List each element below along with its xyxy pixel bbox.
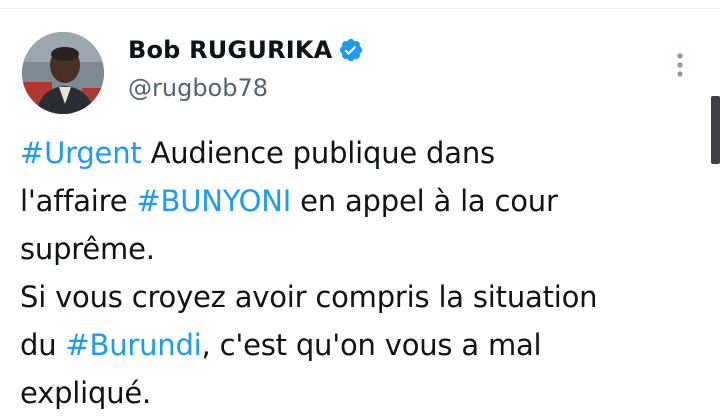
vertical-dots-icon <box>677 53 683 77</box>
tweet-text: #Urgent Audience publique dans l'affaire… <box>20 129 704 417</box>
author-name-row[interactable]: Bob RUGURIKA <box>128 31 364 69</box>
more-options-button[interactable] <box>666 47 694 83</box>
profile-photo-icon <box>22 32 104 114</box>
avatar[interactable] <box>22 32 104 114</box>
tweet-line-6: expliqué. <box>20 376 152 410</box>
verified-badge-icon[interactable] <box>338 37 364 63</box>
tweet-line-3: suprême. <box>20 232 155 266</box>
hashtag-link-bunyoni[interactable]: #BUNYONI <box>136 184 291 218</box>
tweet-text-segment: en appel à la cour <box>291 184 558 218</box>
tweet-line-5: du #Burundi, c'est qu'on vous a mal <box>20 321 704 369</box>
hashtag-link-urgent[interactable]: #Urgent <box>20 136 142 170</box>
tweet-line-1: #Urgent Audience publique dans <box>20 129 704 177</box>
tweet-text-segment: du <box>20 328 66 362</box>
tweet-text-segment: l'affaire <box>20 184 137 218</box>
tweet-text-segment: , c'est qu'on vous a mal <box>201 328 542 362</box>
author-handle[interactable]: @rugbob78 <box>128 74 268 102</box>
tweet-line-2: l'affaire #BUNYONI en appel à la cour <box>20 177 704 225</box>
tweet-text-segment: Audience publique dans <box>141 136 496 170</box>
display-name[interactable]: Bob RUGURIKA <box>128 36 332 64</box>
tweet-line-4: Si vous croyez avoir compris la situatio… <box>20 280 598 314</box>
hashtag-link-burundi[interactable]: #Burundi <box>65 328 201 362</box>
scrollbar-thumb[interactable] <box>711 96 720 164</box>
top-divider <box>0 8 720 9</box>
